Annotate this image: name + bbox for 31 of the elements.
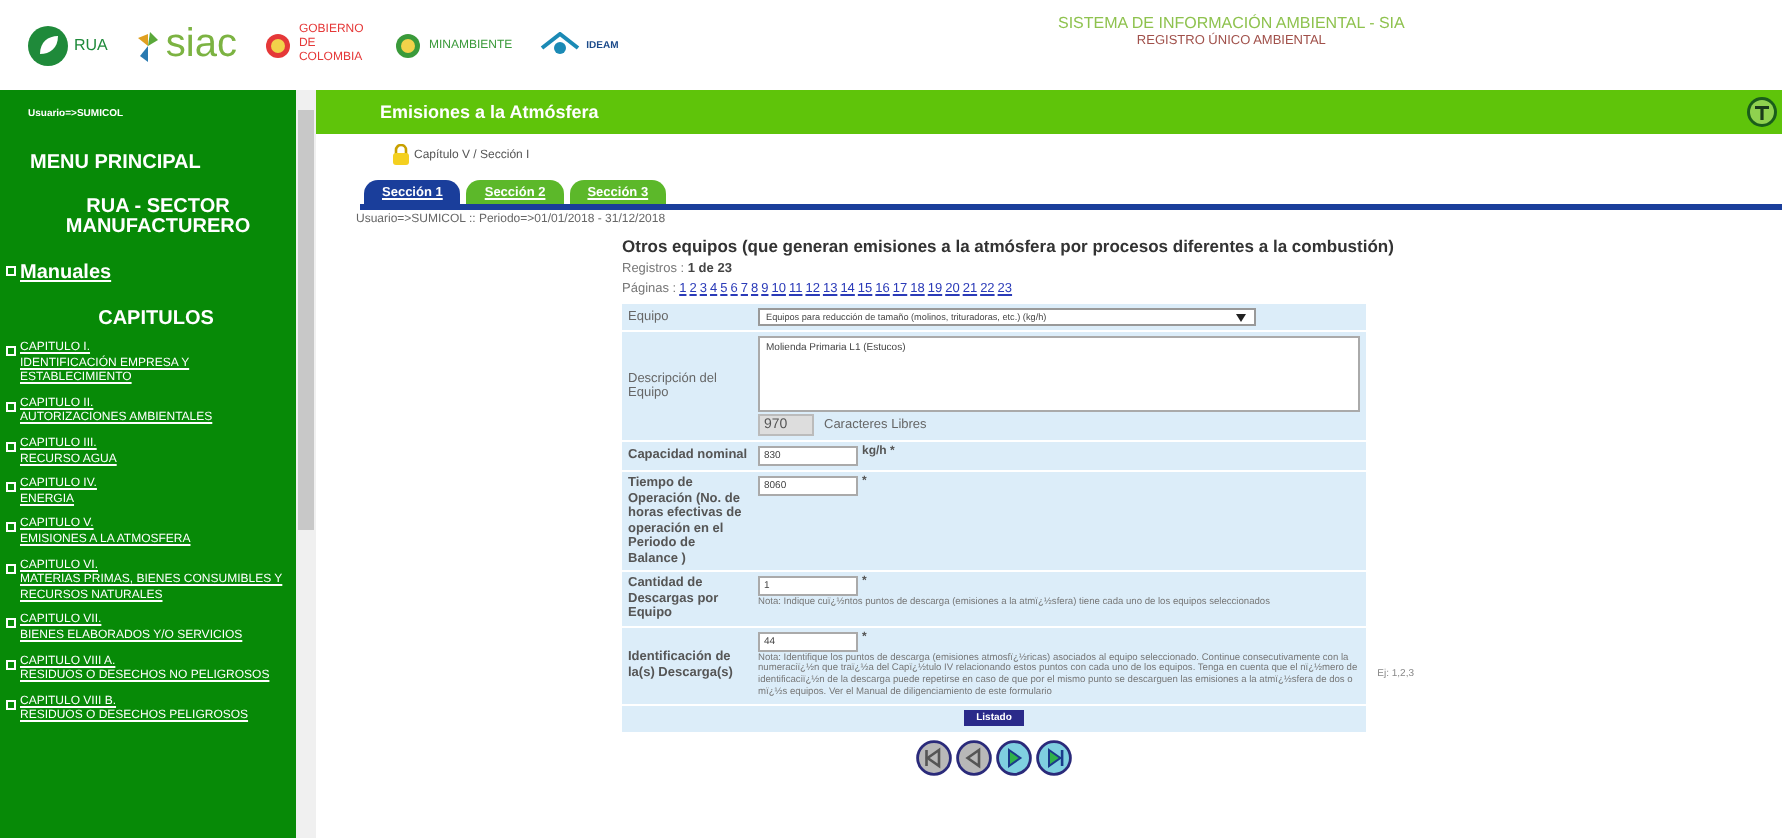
sector-title: RUA - SECTOR MANUFACTURERO [63, 198, 253, 238]
chapters-title: CAPITULOS [96, 308, 216, 330]
scrollbar[interactable] [296, 90, 316, 838]
play-icon[interactable] [996, 739, 1032, 776]
list-icon [6, 441, 16, 452]
play-icon[interactable] [956, 739, 992, 776]
list-icon [6, 266, 16, 276]
seal-icon [264, 31, 293, 59]
section-title: Emisiones a la Atmósfera [380, 102, 599, 122]
list-icon [6, 401, 16, 412]
skip-icon[interactable] [916, 739, 952, 776]
list-icon [6, 563, 16, 574]
list-icon [6, 699, 16, 710]
list-icon [6, 346, 16, 356]
form-title: Otros equipos (que generan emisiones a la atmósfera por procesos diferentes a la combustión) [622, 236, 1396, 256]
list-icon [6, 659, 16, 669]
system-title: SISTEMA DE INFORMACIÓN AMBIENTAL - SIA [1058, 14, 1405, 32]
manuals-link[interactable]: Manuales [20, 262, 112, 284]
list-icon [6, 522, 16, 533]
help-icon[interactable] [1746, 96, 1778, 128]
eye-logo-icon [540, 31, 581, 59]
leaf-logo-icon [28, 25, 68, 65]
seal-icon [394, 31, 423, 59]
menu-title: MENU PRINCIPAL [28, 152, 203, 174]
lock-icon [392, 144, 410, 166]
dropdown-arrow-icon [1236, 313, 1246, 321]
list-icon [6, 482, 16, 493]
logo-text: RUA [74, 36, 108, 54]
logo-text: siac [165, 22, 237, 68]
list-icon [6, 618, 16, 629]
skip-icon[interactable] [1036, 739, 1072, 776]
